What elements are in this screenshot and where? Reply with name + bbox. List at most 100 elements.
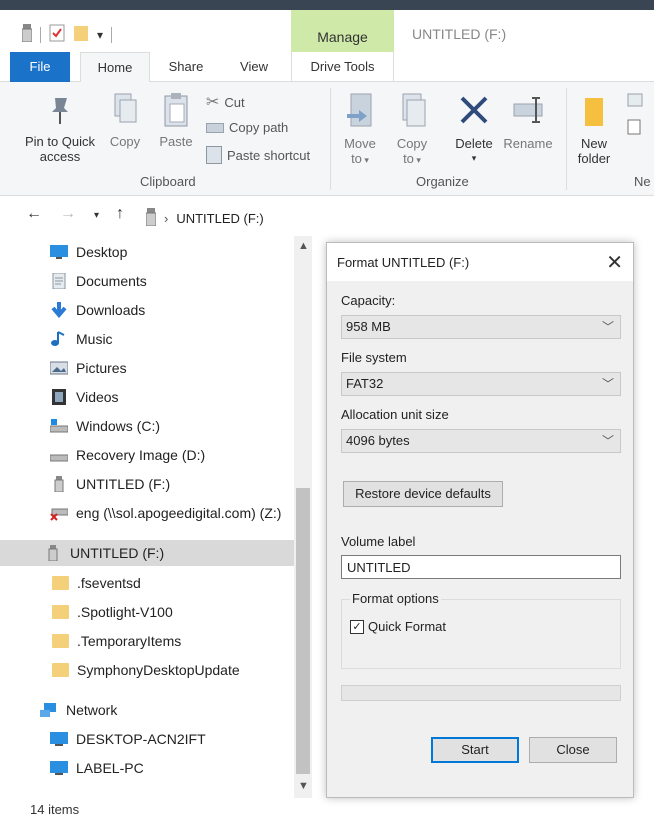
paste-shortcut-button[interactable]: Paste shortcut [206,146,310,164]
forward-arrow-icon[interactable]: → [60,205,76,223]
capacity-select[interactable]: 958 MB ﹀ [341,315,621,339]
nav-item-eng-network-drive[interactable]: eng (\\sol.apogeedigital.com) (Z:) [50,500,281,526]
copy-path-button[interactable]: Copy path [206,120,288,135]
music-icon [50,331,68,347]
tab-home[interactable]: Home [80,52,150,83]
nav-item-windows-c[interactable]: Windows (C:) [49,413,160,439]
copy-icon [104,92,146,134]
ribbon-group-separator [330,88,331,190]
scroll-thumb[interactable] [296,488,310,774]
tab-file[interactable]: File [10,52,70,82]
file-system-select[interactable]: FAT32 ﹀ [341,372,621,396]
copy-button[interactable]: Copy [104,92,146,149]
nav-item-network[interactable]: Network [40,697,117,723]
breadcrumb-item-drive[interactable]: UNTITLED (F:) [176,211,263,226]
quick-format-label[interactable]: Quick Format [368,619,446,634]
tab-view[interactable]: View [228,52,280,82]
drive-icon [49,447,69,463]
folder-icon [52,634,69,648]
nav-item-documents[interactable]: Documents [50,268,147,294]
nav-item-label-pc[interactable]: LABEL-PC [50,755,144,781]
cut-button[interactable]: ✂ Cut [206,92,245,112]
copy-to-label: Copy to ▾ [396,136,428,166]
copy-to-button[interactable]: Copy to ▾ [392,92,432,168]
back-arrow-icon[interactable]: ← [26,205,42,223]
rename-button[interactable]: Rename [500,92,556,151]
format-options-legend: Format options [350,591,441,606]
allocation-unit-size-value: 4096 bytes [346,433,410,448]
breadcrumb-separator-icon[interactable]: › [164,211,168,226]
delete-dropdown-icon[interactable]: ▾ [450,151,498,166]
dialog-title: Format UNTITLED (F:) [337,255,470,270]
nav-item-recovery-d[interactable]: Recovery Image (D:) [49,442,205,468]
new-folder-label: New folder [577,136,611,166]
close-button[interactable]: Close [529,737,617,763]
new-item-icon[interactable] [626,92,646,108]
delete-button[interactable]: Delete ▾ [450,92,498,166]
delete-x-icon [450,92,498,136]
nav-item-temporaryitems[interactable]: .TemporaryItems [52,628,181,654]
pictures-icon [49,360,69,376]
tab-drive-tools[interactable]: Drive Tools [291,52,394,82]
nav-item-untitled-f[interactable]: UNTITLED (F:) [50,471,170,497]
up-arrow-icon[interactable]: ↑ [116,205,124,223]
cut-label: Cut [224,94,245,110]
usb-drive-icon[interactable] [21,24,33,45]
nav-scrollbar[interactable]: ▲ ▼ [294,236,312,798]
copy-label: Copy [109,134,141,149]
folder-icon [52,576,69,590]
allocation-unit-size-select[interactable]: 4096 bytes ﹀ [341,429,621,453]
computer-icon [50,760,68,776]
paste-button[interactable]: Paste [154,92,198,149]
restore-device-defaults-button[interactable]: Restore device defaults [343,481,503,507]
nav-item-pictures[interactable]: Pictures [49,355,127,381]
documents-icon [50,272,68,290]
clipboard-group-label: Clipboard [140,174,196,189]
move-to-button[interactable]: Move to ▾ [340,92,380,168]
nav-item-spotlight[interactable]: .Spotlight-V100 [52,599,173,625]
start-button[interactable]: Start [431,737,519,763]
tab-manage[interactable]: Manage [291,10,394,54]
recent-locations-chevron-icon[interactable]: ▾ [94,210,99,221]
downloads-icon [50,302,68,319]
easy-access-icon[interactable] [626,118,646,136]
paste-shortcut-label: Paste shortcut [227,147,311,163]
qat-separator-2 [111,26,113,43]
folder-icon [52,663,69,677]
nav-item-desktop[interactable]: Desktop [50,239,127,265]
close-icon[interactable]: ✕ [606,250,623,275]
window-title: UNTITLED (F:) [412,26,507,42]
nav-item-desktop-acn2ift[interactable]: DESKTOP-ACN2IFT [50,726,206,752]
quick-format-checkbox[interactable]: ✓ [350,620,364,634]
copy-path-icon [206,122,224,133]
chevron-down-icon: ﹀ [601,320,614,334]
window-top-strip [0,0,654,10]
nav-item-fseventsd[interactable]: .fseventsd [52,570,141,596]
customize-qat-icon[interactable]: ▾ [97,28,103,42]
scroll-down-icon[interactable]: ▼ [298,780,309,792]
ribbon-tabs: File Home Share View Drive Tools [0,52,654,83]
pin-to-quick-access-button[interactable]: Pin to Quick access [18,92,102,164]
nav-item-music[interactable]: Music [50,326,113,352]
copy-to-icon [392,92,432,136]
new-folder-icon[interactable] [73,24,89,45]
rename-icon [500,92,556,136]
nav-item-downloads[interactable]: Downloads [50,297,145,323]
computer-icon [50,731,68,747]
tab-share[interactable]: Share [160,52,212,82]
paste-label: Paste [159,134,193,149]
new-folder-button[interactable]: New folder [572,92,616,166]
volume-label-input[interactable] [341,555,621,579]
nav-item-untitled-f-selected[interactable]: UNTITLED (F:) [0,540,294,566]
paste-shortcut-icon [206,146,222,164]
breadcrumb[interactable]: › UNTITLED (F:) [145,208,264,229]
file-system-label: File system [341,350,407,365]
nav-item-symphonydesktopupdate[interactable]: SymphonyDesktopUpdate [52,657,240,683]
file-system-value: FAT32 [346,376,384,391]
address-bar: ← → ▾ ↑ › UNTITLED (F:) [0,200,654,232]
nav-item-videos[interactable]: Videos [50,384,119,410]
scroll-up-icon[interactable]: ▲ [298,240,309,252]
folder-icon [52,605,69,619]
format-progress-bar [341,685,621,701]
properties-icon[interactable] [49,24,65,45]
